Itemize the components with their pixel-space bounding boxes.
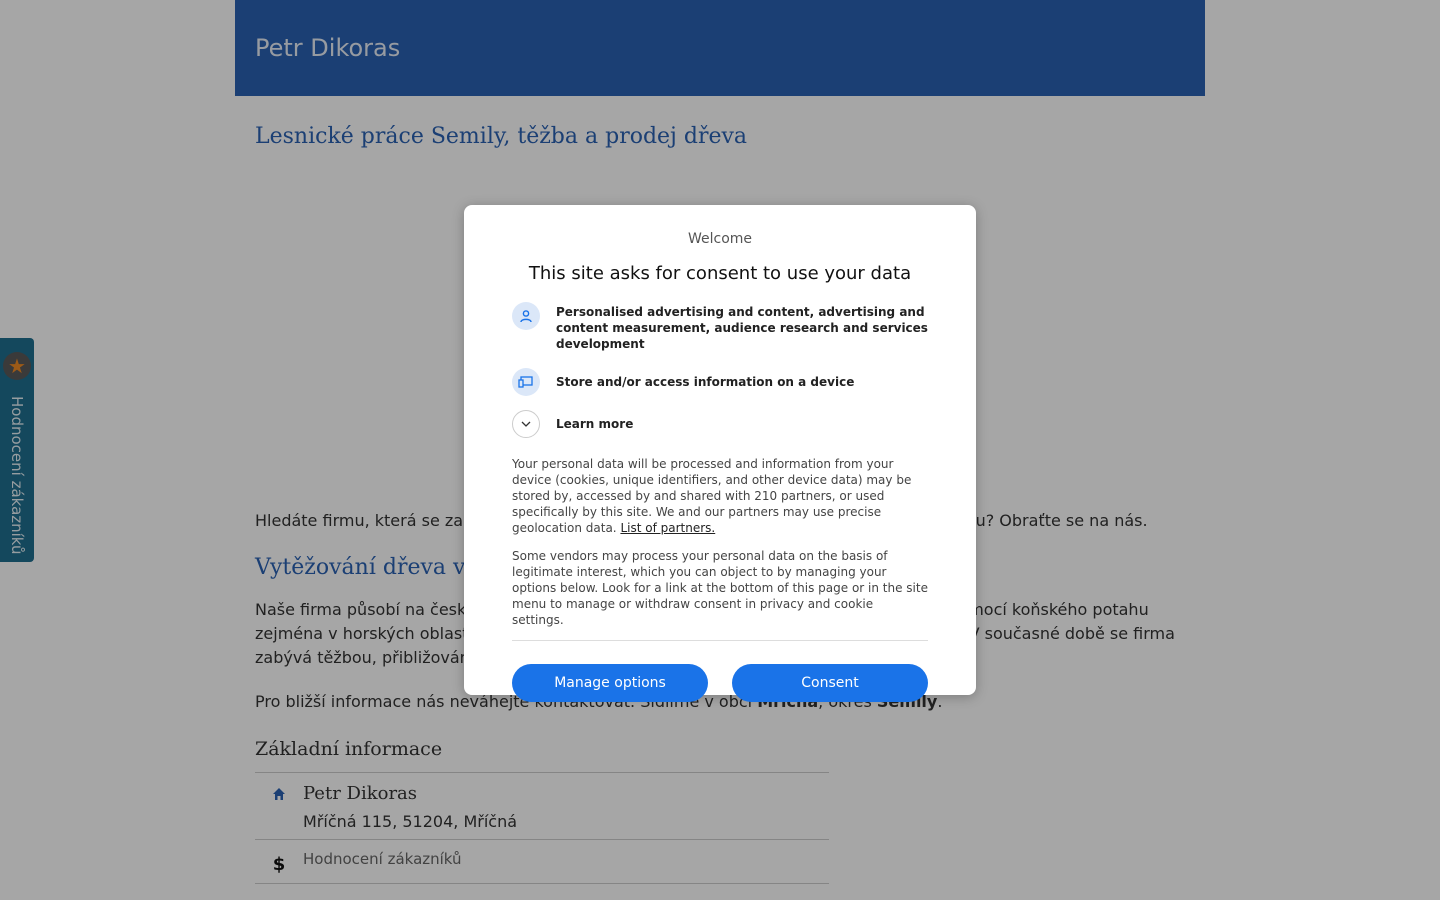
consent-body-2: Some vendors may process your personal d… [512,549,928,627]
dialog-welcome: Welcome [687,231,753,247]
chevron-down-icon[interactable] [512,410,540,438]
dialog-divider [512,640,928,641]
consent-body-1: Your personal data will be processed and… [512,456,928,536]
purpose-2-text: Store and/or access information on a dev… [556,375,855,389]
purpose-1-text: Personalised advertising and content, ad… [556,305,928,351]
partners-link[interactable]: List of partners. [620,521,715,535]
dialog-buttons: Manage options Consent [512,664,928,702]
consent-button[interactable]: Consent [732,664,928,702]
device-icon [512,368,540,396]
manage-options-button[interactable]: Manage options [512,664,708,702]
consent-dialog: Welcome This site asks for consent to us… [464,205,976,702]
dialog-title: This site asks for consent to use your d… [528,263,912,284]
purpose-personalised: Personalised advertising and content, ad… [512,302,928,352]
learn-more-label[interactable]: Learn more [556,410,633,432]
person-icon [512,302,540,330]
purpose-storage: Store and/or access information on a dev… [512,368,928,396]
learn-more-toggle[interactable]: Learn more [512,410,928,438]
